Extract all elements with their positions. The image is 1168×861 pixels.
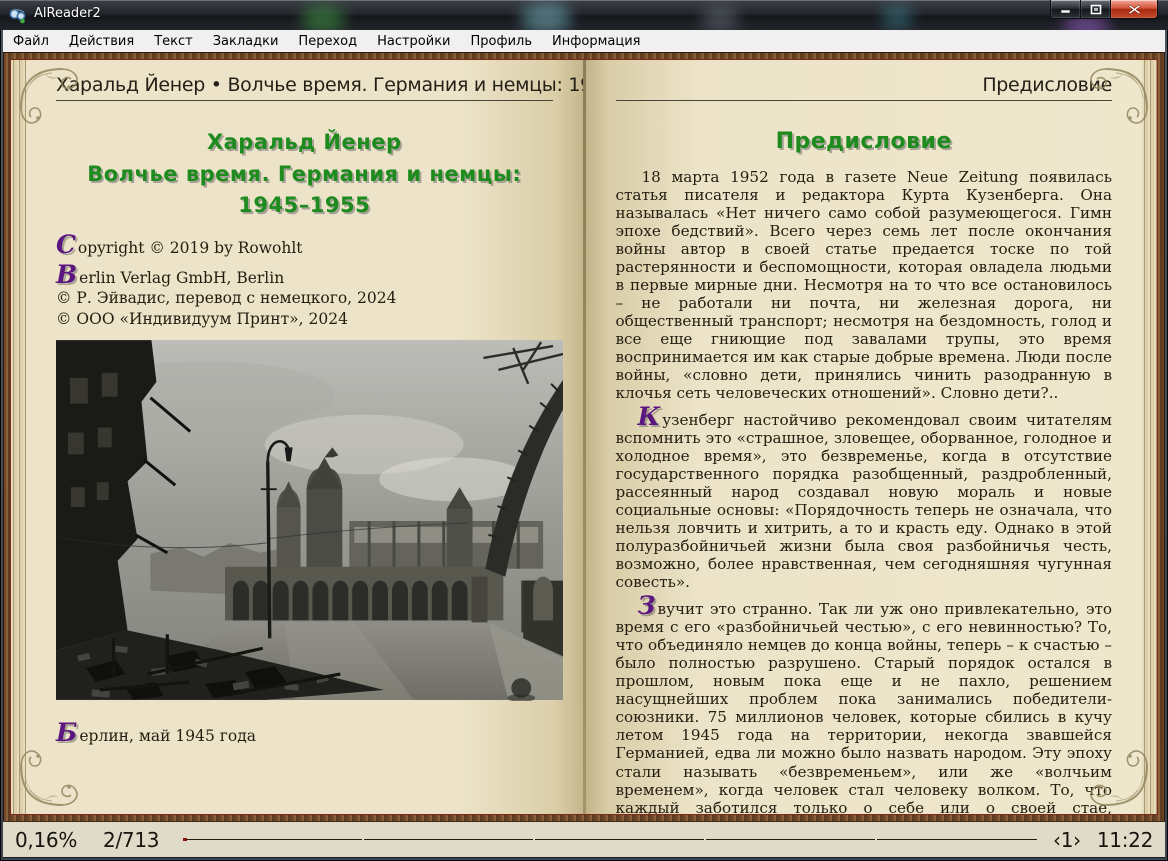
book-title: Харальд Йенер Волчье время. Германия и н… bbox=[56, 127, 553, 222]
alreader-app-icon bbox=[9, 9, 26, 24]
book-frame: Харальд Йенер • Волчье время. Германия и… bbox=[3, 52, 1165, 822]
copyright-line: © Р. Эйвадис, перевод с немецкого, 2024 bbox=[56, 289, 397, 308]
restore-icon bbox=[1090, 4, 1101, 14]
paragraph: Звучит это странно. Так ли уж оно привле… bbox=[615, 591, 1113, 814]
section-marker bbox=[704, 838, 707, 840]
paragraph: Кузенберг настойчиво рекомендовал своим … bbox=[615, 402, 1113, 592]
photo-caption: Берлин, май 1945 года bbox=[56, 718, 256, 748]
copyright-line: © ООО «Индивидуум Принт», 2024 bbox=[56, 309, 348, 328]
dropcap: B bbox=[56, 259, 78, 289]
left-running-header: Харальд Йенер • Волчье время. Германия и… bbox=[56, 74, 583, 101]
glass-blur-blob bbox=[520, 2, 572, 30]
glass-blur-blob bbox=[300, 4, 346, 30]
copyright-block: Copyright © 2019 by Rowohlt Berlin Verla… bbox=[56, 229, 553, 330]
close-button[interactable] bbox=[1111, 0, 1158, 19]
progress-position-marker bbox=[183, 837, 188, 841]
right-running-header: Предисловие bbox=[615, 74, 1112, 101]
dropcap: К bbox=[637, 402, 661, 432]
copyright-line: Berlin Verlag GmbH, Berlin bbox=[56, 259, 285, 289]
section-marker bbox=[362, 838, 365, 840]
right-page[interactable]: Предисловие Предисловие 18 марта 1952 го… bbox=[585, 60, 1142, 814]
section-marker bbox=[874, 838, 877, 840]
book-pages-area: Харальд Йенер • Волчье время. Германия и… bbox=[10, 59, 1158, 815]
minimize-button[interactable] bbox=[1050, 0, 1081, 19]
left-page[interactable]: Харальд Йенер • Волчье время. Германия и… bbox=[26, 60, 583, 814]
menu-file[interactable]: Файл bbox=[3, 32, 59, 51]
window-controls bbox=[1050, 0, 1158, 19]
copyright-line: Copyright © 2019 by Rowohlt bbox=[56, 229, 303, 259]
app-window: AlReader2 Файл Действия Текст Закладки П… bbox=[0, 0, 1168, 861]
photo-berlin-ruins-1945 bbox=[56, 340, 563, 702]
menu-settings[interactable]: Настройки bbox=[367, 32, 460, 51]
clock[interactable]: 11:22 bbox=[1097, 828, 1153, 852]
progress-track bbox=[183, 838, 1038, 840]
close-icon bbox=[1127, 4, 1141, 14]
paragraph: 18 марта 1952 года в газете Neue Zeitung… bbox=[615, 168, 1113, 403]
battery-indicator: ‹1› bbox=[1053, 827, 1081, 852]
glass-blur-blob bbox=[700, 6, 740, 30]
page-stack-right-edge bbox=[1142, 60, 1157, 814]
page-stack-left-edge bbox=[11, 60, 26, 814]
book-author: Харальд Йенер bbox=[206, 130, 402, 154]
menu-profile[interactable]: Профиль bbox=[461, 32, 543, 51]
minimize-icon bbox=[1060, 9, 1070, 13]
chapter-heading: Предисловие bbox=[775, 129, 952, 154]
chapter-text: 18 марта 1952 года в газете Neue Zeitung… bbox=[616, 168, 1113, 814]
glass-blur-blob bbox=[880, 4, 914, 30]
titlebar-highlight bbox=[0, 0, 1168, 1]
title-bar[interactable]: AlReader2 bbox=[0, 0, 1168, 30]
menu-bar: Файл Действия Текст Закладки Переход Нас… bbox=[3, 30, 1165, 53]
menu-bookmarks[interactable]: Закладки bbox=[203, 32, 289, 51]
dropcap: C bbox=[56, 229, 76, 259]
section-marker bbox=[533, 838, 536, 840]
menu-actions[interactable]: Действия bbox=[59, 32, 144, 51]
book-title-line: Волчье время. Германия и немцы: bbox=[87, 161, 522, 186]
menu-info[interactable]: Информация bbox=[542, 32, 650, 51]
dropcap: З bbox=[637, 591, 656, 621]
restore-button[interactable] bbox=[1081, 0, 1111, 19]
menu-text[interactable]: Текст bbox=[144, 32, 203, 51]
reading-progress-percent[interactable]: 0,16% bbox=[15, 828, 77, 852]
window-title: AlReader2 bbox=[34, 6, 101, 21]
dropcap: Б bbox=[56, 718, 78, 748]
status-bar: 0,16% 2/713 ‹1› 11:22 bbox=[3, 821, 1165, 857]
progress-bar[interactable] bbox=[183, 833, 1038, 847]
book-title-years: 1945–1955 bbox=[238, 193, 371, 217]
page-counter[interactable]: 2/713 bbox=[103, 828, 159, 852]
menu-goto[interactable]: Переход bbox=[288, 32, 367, 51]
